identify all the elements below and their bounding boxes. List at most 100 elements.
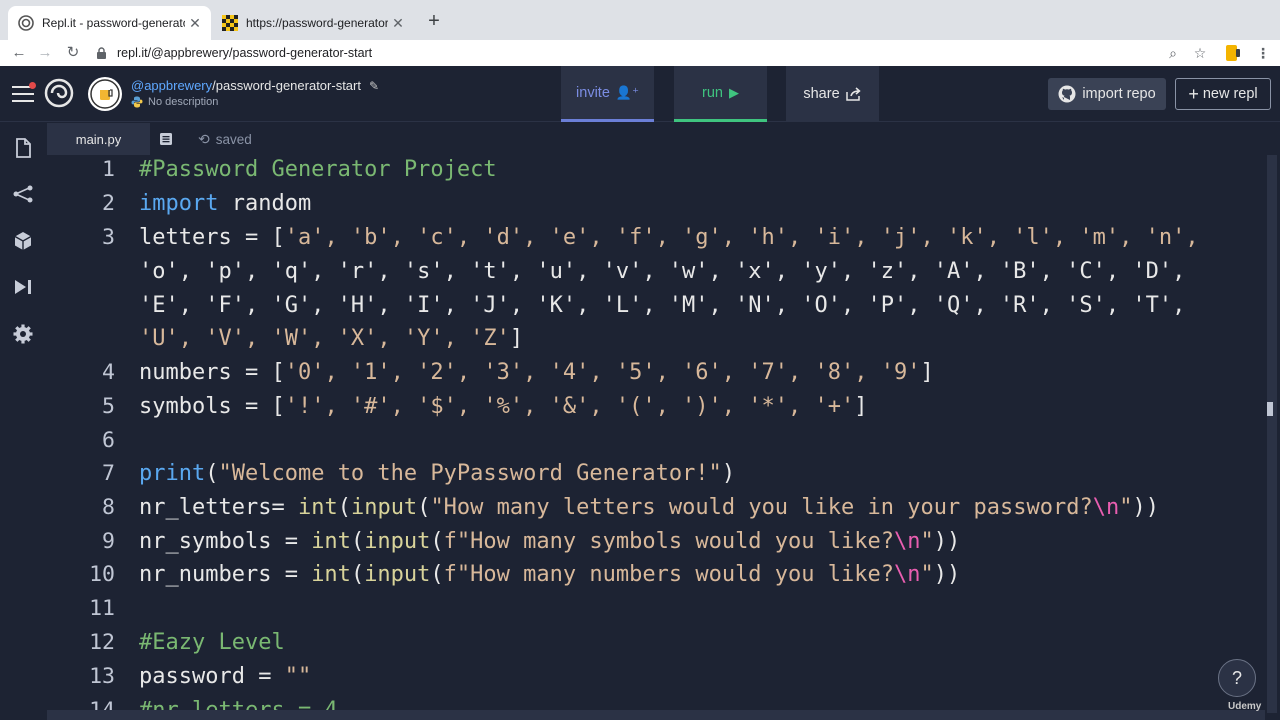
browser-tab-strip: Repl.it - password-generator-sta ✕ https…	[0, 0, 1280, 40]
files-icon[interactable]	[12, 137, 34, 159]
file-options-icon[interactable]	[159, 132, 173, 146]
code-line-9: nr_symbols = int(input(f"How many symbol…	[139, 529, 960, 554]
bookmark-star-icon[interactable]: ☆	[1189, 42, 1211, 64]
github-icon	[1058, 85, 1076, 103]
code-token: letters = [	[139, 225, 285, 250]
code-line-1: #Password Generator Project	[139, 157, 497, 182]
code-token: (	[205, 461, 219, 486]
line-number: 10	[89, 562, 115, 587]
url-field[interactable]: repl.it/@appbrewery/password-generator-s…	[96, 43, 372, 63]
code-line-10: nr_numbers = int(input(f"How many number…	[139, 562, 960, 587]
line-number: 11	[89, 596, 115, 621]
repl-description: No description	[131, 96, 218, 108]
code-token: ))	[1132, 495, 1159, 520]
zoom-icon[interactable]: ⌕	[1162, 42, 1184, 64]
notification-dot	[29, 82, 36, 89]
reload-icon[interactable]: ↻	[62, 42, 84, 64]
repl-title[interactable]: @appbrewery/password-generator-start ✎	[131, 78, 379, 93]
code-line-13: password = ""	[139, 664, 311, 689]
code-token: input	[350, 495, 418, 520]
file-tab-main-py[interactable]: main.py	[47, 123, 150, 155]
owner-avatar[interactable]	[88, 77, 122, 111]
browser-tab-repl[interactable]: Repl.it - password-generator-sta ✕	[8, 6, 211, 40]
line-number: 7	[102, 461, 115, 486]
line-number: 8	[102, 495, 115, 520]
replit-logo-icon[interactable]	[44, 78, 74, 108]
code-token: int	[311, 562, 351, 587]
new-repl-label: new repl	[1202, 86, 1258, 102]
new-repl-button[interactable]: + new repl	[1175, 78, 1271, 110]
description-text: No description	[148, 96, 219, 108]
code-line-8: nr_letters= int(input("How many letters …	[139, 495, 1159, 520]
share-label: share	[803, 86, 840, 102]
code-token: (	[430, 562, 444, 587]
code-token: ]	[920, 360, 934, 385]
line-number: 3	[102, 225, 115, 250]
settings-gear-icon[interactable]	[12, 323, 34, 345]
code-token: ]	[509, 326, 524, 351]
close-tab-icon[interactable]: ✕	[185, 15, 205, 32]
replit-favicon-icon	[18, 15, 34, 31]
code-token: ))	[933, 529, 961, 554]
browser-menu-icon[interactable]: ⋮	[1252, 42, 1274, 64]
horizontal-scrollbar[interactable]	[47, 710, 1265, 720]
code-token: )	[721, 461, 736, 486]
line-number: 1	[102, 157, 115, 182]
repl-header: @appbrewery/password-generator-start ✎ No…	[0, 66, 1280, 122]
code-token: (	[350, 562, 365, 587]
run-button[interactable]: run ▶	[674, 66, 767, 122]
code-token: "	[920, 529, 934, 554]
vertical-scrollbar[interactable]	[1267, 155, 1277, 713]
code-token: f"How many symbols would you like?	[443, 529, 895, 554]
invite-label: invite	[576, 84, 610, 101]
code-token: \n	[1092, 495, 1120, 520]
code-token: 'a', 'b', 'c', 'd', 'e', 'f', 'g', 'h', …	[284, 225, 1199, 250]
invite-button[interactable]: invite 👤⁺	[561, 66, 654, 122]
back-arrow-icon[interactable]: ←	[8, 42, 30, 64]
code-token: '0', '1', '2', '3', '4', '5', '6', '7', …	[284, 360, 921, 385]
close-tab-icon[interactable]: ✕	[388, 15, 408, 32]
code-token: nr_symbols =	[139, 529, 312, 554]
code-token: '!', '#', '$', '%', '&', '(', ')', '*', …	[284, 394, 855, 419]
save-status: ⟲ saved	[198, 131, 252, 148]
save-status-text: saved	[215, 132, 252, 147]
lock-icon	[97, 47, 106, 59]
code-area[interactable]: 1 2 3 4 5 6 7 8 9 10 11 12 13 14 #Passwo…	[47, 155, 1262, 720]
code-token: nr_letters=	[139, 495, 298, 520]
code-token: input	[364, 562, 431, 587]
code-token: f"How many numbers would you like?	[443, 562, 895, 587]
code-token: \n	[894, 562, 921, 587]
run-label: run	[702, 84, 723, 101]
code-token: 'U', 'V', 'W', 'X', 'Y', 'Z'	[139, 326, 510, 351]
code-token: int	[311, 529, 351, 554]
packages-cube-icon[interactable]	[12, 230, 34, 252]
code-token: \n	[894, 529, 921, 554]
code-line-3: letters = ['a', 'b', 'c', 'd', 'e', 'f',…	[139, 225, 1199, 250]
app-brewery-logo-icon	[90, 79, 120, 109]
share-button[interactable]: share	[786, 66, 879, 122]
import-repo-label: import repo	[1082, 86, 1156, 102]
extension-icon[interactable]	[1225, 44, 1241, 62]
code-token: input	[364, 529, 431, 554]
code-token: ""	[284, 664, 312, 689]
line-number: 2	[102, 191, 115, 216]
repl-owner-link[interactable]: @appbrewery	[131, 78, 212, 93]
code-token: (	[430, 529, 444, 554]
line-number: 4	[102, 360, 115, 385]
code-editor-pane: main.py ⟲ saved 1 2 3 4 5 6 7 8 9 10 11 …	[47, 123, 1280, 720]
code-token: (	[350, 529, 365, 554]
edit-pencil-icon[interactable]: ✎	[369, 79, 379, 93]
version-control-icon[interactable]	[12, 183, 34, 205]
help-button[interactable]: ?	[1218, 659, 1256, 697]
debugger-step-icon[interactable]	[12, 276, 34, 298]
code-token: print	[139, 461, 206, 486]
code-token: numbers = [	[139, 360, 285, 385]
browser-tab-end[interactable]: https://password-generator-end ✕	[212, 6, 414, 40]
address-bar: ← → ↻ repl.it/@appbrewery/password-gener…	[0, 40, 1280, 66]
new-tab-plus-icon[interactable]: +	[422, 9, 446, 33]
scrollbar-thumb[interactable]	[1267, 402, 1273, 416]
code-token: int	[297, 495, 338, 520]
code-token: random	[218, 191, 312, 216]
import-repo-button[interactable]: import repo	[1048, 78, 1166, 110]
forward-arrow-icon[interactable]: →	[34, 42, 56, 64]
